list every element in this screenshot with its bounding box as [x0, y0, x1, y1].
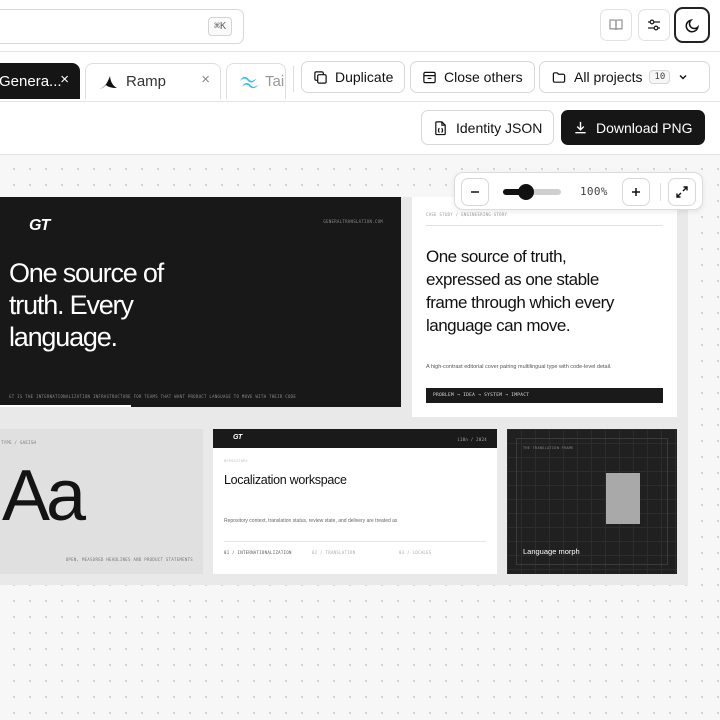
workspace-logo: GT	[233, 434, 242, 441]
workspace-frame[interactable]: GT i18n / 2024 REPOSITORY Localization w…	[213, 429, 497, 574]
project-count-badge: 10	[649, 70, 671, 84]
case-study-headline-line: One source of truth,	[426, 247, 567, 266]
tab-bar: Genera... × Ramp × Tai Duplicate Close o…	[0, 52, 720, 102]
hero-frame[interactable]: GT GENERALTRANSLATION.COM One source of …	[0, 197, 401, 407]
close-others-label: Close others	[444, 69, 523, 85]
archive-icon	[423, 71, 436, 83]
duplicate-button[interactable]: Duplicate	[301, 61, 406, 93]
file-json-icon	[435, 120, 446, 135]
tab-tailwind[interactable]: Tai	[226, 63, 286, 99]
zoom-slider-thumb[interactable]	[518, 184, 535, 200]
workspace-header: GT i18n / 2024	[213, 429, 497, 448]
zoom-level: 100%	[580, 185, 608, 198]
settings-button[interactable]	[638, 9, 670, 41]
morph-shape	[606, 473, 640, 524]
zoom-control: 100%	[454, 172, 703, 210]
morph-inner-frame	[516, 438, 668, 565]
workspace-sub: REPOSITORY	[224, 459, 249, 463]
workspace-rule	[224, 541, 486, 542]
case-study-rule	[426, 225, 663, 226]
book-icon	[609, 19, 623, 31]
morph-title: Language morph	[523, 547, 580, 556]
search-shortcut-badge: ⌘K	[207, 17, 232, 36]
case-study-headline-line: frame through which every	[426, 293, 614, 312]
duplicate-label: Duplicate	[335, 69, 394, 85]
type-specimen: Aa	[2, 456, 86, 536]
close-icon[interactable]: ×	[60, 71, 69, 88]
tab-divider	[293, 66, 294, 92]
fullscreen-button[interactable]	[668, 178, 696, 206]
docs-button[interactable]	[600, 9, 632, 41]
tailwind-logo-icon	[240, 76, 258, 88]
minus-icon	[471, 191, 479, 193]
case-study-tags: PROBLEM → IDEA → SYSTEM → IMPACT	[426, 388, 663, 403]
download-png-label: Download PNG	[596, 119, 693, 136]
hero-headline: One source of truth. Every language.	[9, 257, 164, 353]
case-study-label: CASE STUDY / ENGINEERING STORY	[426, 212, 508, 217]
type-specimen-frame[interactable]: TYPE / GAEISH Aa OPEN, MEASURED HEADLINE…	[0, 429, 203, 574]
morph-frame[interactable]: THE TRANSLATION FRAME Language morph	[507, 429, 677, 574]
all-projects-button[interactable]: All projects 10	[539, 61, 710, 93]
hero-progress	[0, 405, 131, 407]
search-input[interactable]: ⌘K	[0, 9, 244, 44]
plus-icon	[632, 188, 640, 196]
workspace-title: Localization workspace	[224, 473, 347, 487]
tab-label: Genera...	[0, 73, 62, 90]
close-others-button[interactable]: Close others	[410, 61, 535, 93]
hero-headline-line: language.	[9, 322, 118, 352]
hero-headline-line: truth. Every	[9, 290, 134, 320]
workspace-meta: i18n / 2024	[457, 437, 487, 442]
gt-logo: GT	[29, 217, 50, 234]
copy-icon	[314, 70, 327, 84]
case-study-description: A high-contrast editorial cover pairing …	[426, 364, 612, 370]
workspace-col: 02 / TRANSLATION	[312, 550, 356, 555]
zoom-out-button[interactable]	[461, 178, 489, 206]
moon-icon	[685, 18, 699, 32]
hero-url: GENERALTRANSLATION.COM	[323, 219, 383, 224]
identity-json-button[interactable]: Identity JSON	[421, 110, 555, 145]
action-bar: Identity JSON Download PNG	[0, 102, 720, 155]
expand-icon	[676, 186, 688, 198]
case-study-headline-line: expressed as one stable	[426, 270, 599, 289]
download-png-button[interactable]: Download PNG	[561, 110, 705, 145]
type-label: TYPE / GAEISH	[1, 440, 37, 445]
ramp-logo-icon	[99, 75, 117, 89]
folder-icon	[552, 71, 566, 83]
workspace-col: 01 / INTERNATIONALIZATION	[224, 550, 292, 555]
sliders-icon	[648, 19, 660, 31]
case-study-frame[interactable]: CASE STUDY / ENGINEERING STORY One sourc…	[412, 197, 677, 417]
case-study-headline: One source of truth, expressed as one st…	[426, 245, 614, 337]
close-icon[interactable]: ×	[201, 71, 210, 88]
tab-general-translation[interactable]: Genera... ×	[0, 63, 80, 99]
workspace-description: Repository context, translation status, …	[224, 518, 398, 524]
download-icon	[575, 121, 586, 134]
morph-label: THE TRANSLATION FRAME	[523, 446, 574, 450]
workspace-col: 03 / LOCALES	[399, 550, 432, 555]
theme-toggle-button[interactable]	[674, 7, 710, 43]
design-canvas[interactable]: GT GENERALTRANSLATION.COM One source of …	[0, 155, 720, 720]
zoom-in-button[interactable]	[622, 178, 650, 206]
artboard: GT GENERALTRANSLATION.COM One source of …	[0, 197, 688, 585]
tab-label: Ramp	[126, 73, 167, 90]
zoom-divider	[660, 183, 661, 201]
case-study-headline-line: language can move.	[426, 316, 571, 335]
all-projects-label: All projects	[574, 69, 643, 85]
tab-label: Tai	[265, 73, 285, 90]
type-caption: OPEN, MEASURED HEADLINES AND PRODUCT STA…	[65, 557, 193, 562]
chevron-down-icon	[679, 75, 687, 80]
tab-ramp[interactable]: Ramp ×	[85, 63, 221, 99]
hero-footer: GT IS THE INTERNATIONALIZATION INFRASTRU…	[9, 394, 297, 399]
hero-headline-line: One source of	[9, 258, 164, 288]
top-bar: ⌘K	[0, 0, 720, 52]
identity-json-label: Identity JSON	[456, 119, 543, 136]
